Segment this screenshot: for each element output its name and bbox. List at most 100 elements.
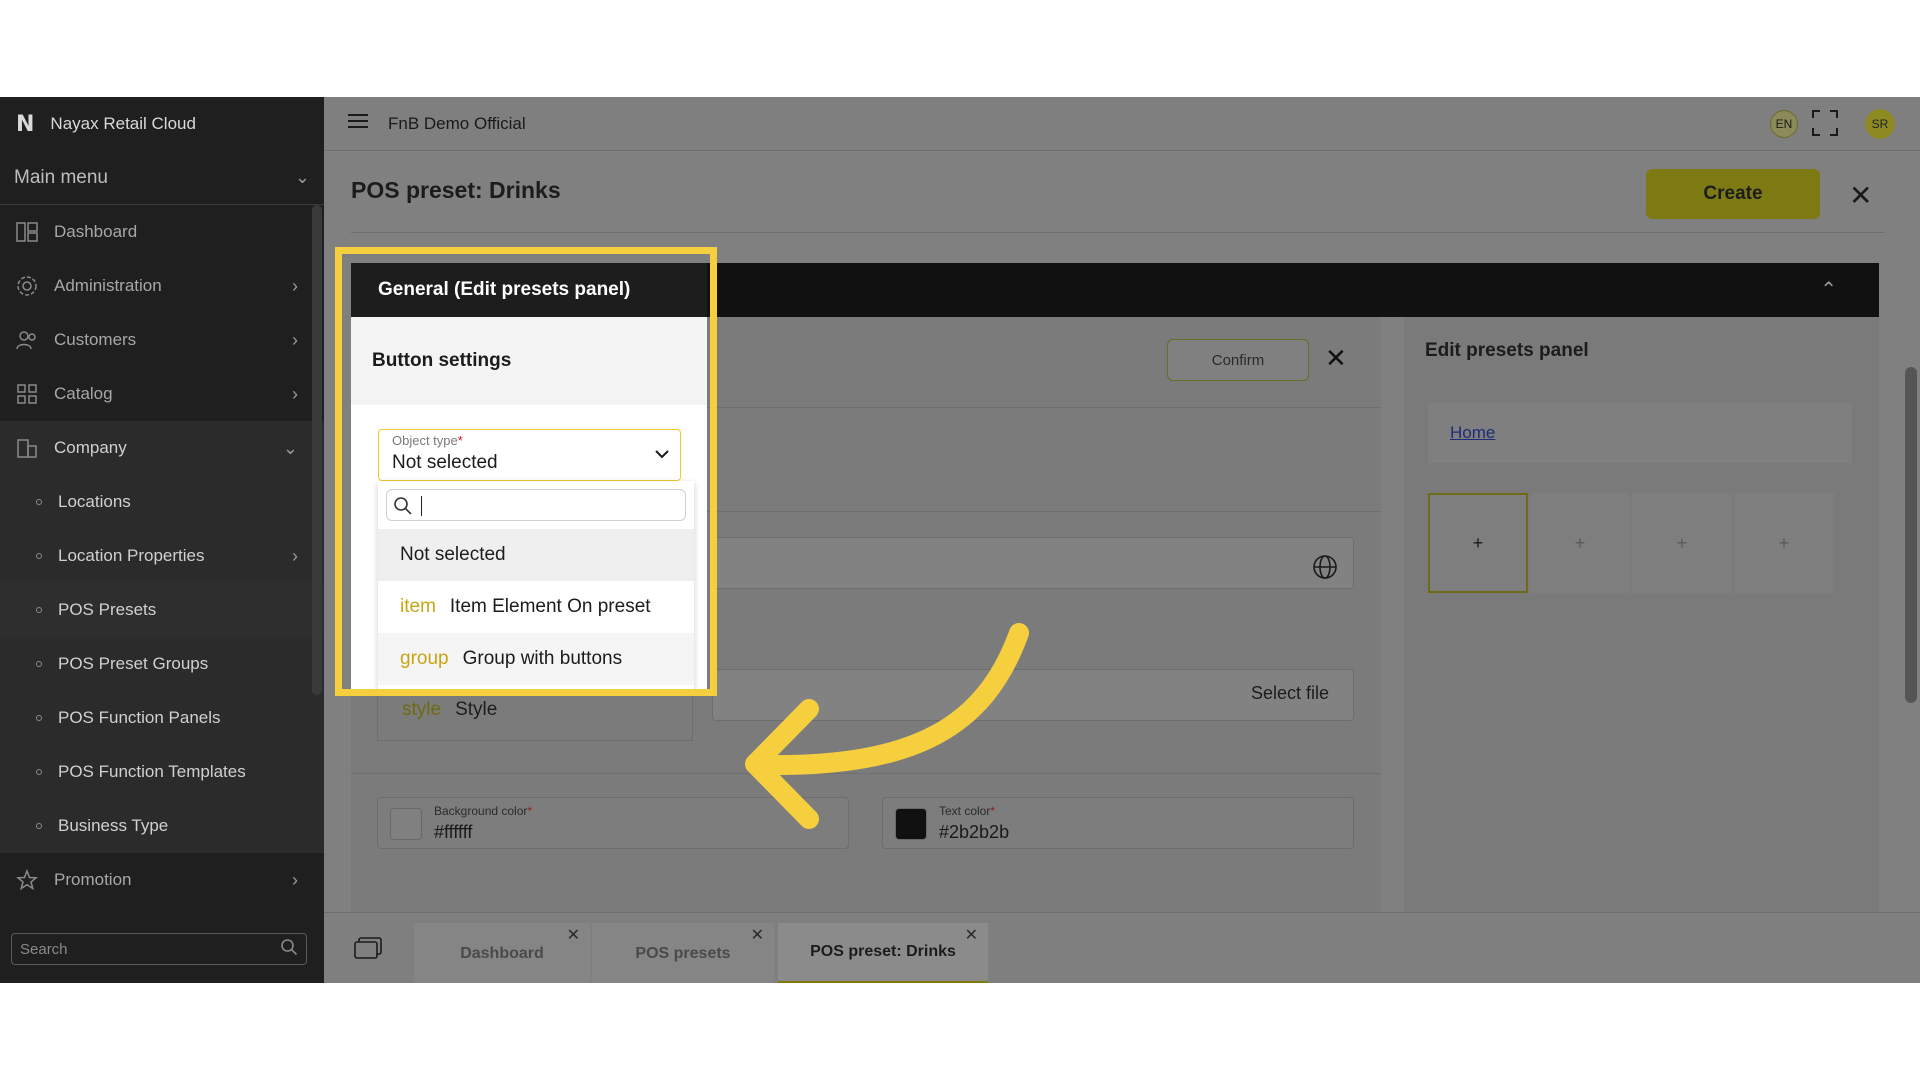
search-placeholder: Search	[20, 940, 68, 958]
highlight-frame	[335, 247, 717, 696]
field-label: Background color*	[434, 804, 532, 818]
sidebar-item-business-type[interactable]: Business Type	[0, 799, 324, 853]
sidebar-item-pos-presets[interactable]: POS Presets	[0, 583, 324, 637]
sidebar-item-label: POS Preset Groups	[58, 654, 209, 673]
bullet-icon	[36, 553, 42, 559]
sidebar: N Nayax Retail Cloud Main menu ⌄ Dashboa…	[0, 97, 324, 983]
close-tab-icon[interactable]: ✕	[751, 925, 764, 945]
color-swatch[interactable]	[390, 808, 422, 840]
bullet-icon	[36, 499, 42, 505]
sidebar-item-pos-preset-groups[interactable]: POS Preset Groups	[0, 637, 324, 691]
fullscreen-icon[interactable]	[1812, 110, 1838, 141]
sidebar-item-label: Customers	[54, 330, 137, 349]
sidebar-item-dashboard[interactable]: Dashboard	[0, 205, 324, 259]
avatar[interactable]: SR	[1865, 109, 1895, 139]
create-button[interactable]: Create	[1646, 169, 1820, 219]
edit-presets-title: Edit presets panel	[1425, 340, 1589, 361]
search-icon	[280, 938, 298, 960]
chevron-right-icon: ›	[292, 383, 298, 404]
sidebar-item-label: Catalog	[54, 384, 113, 403]
sidebar-item-customers[interactable]: Customers ›	[0, 313, 324, 367]
app-window: N Nayax Retail Cloud Main menu ⌄ Dashboa…	[0, 97, 1920, 983]
chevron-down-icon: ⌄	[294, 167, 310, 187]
chevron-up-icon[interactable]: ⌃	[1820, 277, 1837, 302]
sidebar-item-label: Dashboard	[54, 222, 138, 241]
sidebar-item-promotion[interactable]: Promotion ›	[0, 853, 324, 907]
tab-label: Dashboard	[460, 944, 544, 962]
preset-slot[interactable]: +	[1734, 493, 1834, 593]
bullet-icon	[36, 823, 42, 829]
bullet-icon	[36, 661, 42, 667]
background-color-label: Background color	[434, 804, 528, 818]
hamburger-menu-icon[interactable]	[348, 113, 368, 134]
sidebar-item-company[interactable]: Company ⌄	[0, 421, 324, 475]
cancel-icon[interactable]: ✕	[1325, 343, 1347, 374]
home-link[interactable]: Home	[1450, 423, 1495, 443]
tabs-overview-icon[interactable]	[354, 937, 382, 964]
dashboard-icon	[16, 221, 38, 243]
option-keyword: style	[402, 698, 442, 720]
organization-name: FnB Demo Official	[388, 113, 526, 133]
sidebar-item-label: POS Presets	[58, 600, 157, 619]
chevron-right-icon: ›	[292, 275, 298, 296]
sidebar-item-label: POS Function Panels	[58, 708, 221, 727]
topbar: FnB Demo Official EN SR	[324, 97, 1920, 151]
sidebar-item-label: POS Function Templates	[58, 762, 246, 781]
bullet-icon	[36, 715, 42, 721]
grid-icon	[16, 383, 38, 405]
sidebar-item-pos-function-panels[interactable]: POS Function Panels	[0, 691, 324, 745]
chevron-down-icon: ⌄	[282, 437, 298, 458]
header-divider	[351, 232, 1885, 233]
preset-slot[interactable]: +	[1428, 493, 1528, 593]
tab-dashboard[interactable]: Dashboard ✕	[414, 923, 590, 983]
users-icon	[16, 329, 38, 351]
annotation-arrow-icon	[745, 623, 1029, 829]
star-icon	[16, 869, 38, 891]
close-tab-icon[interactable]: ✕	[965, 925, 978, 945]
main-menu-toggle[interactable]: Main menu ⌄	[0, 151, 324, 205]
sidebar-item-administration[interactable]: Administration ›	[0, 259, 324, 313]
breadcrumb: Home	[1428, 403, 1852, 463]
select-file-button[interactable]: Select file	[1251, 683, 1329, 704]
sidebar-item-catalog[interactable]: Catalog ›	[0, 367, 324, 421]
sidebar-item-location-properties[interactable]: Location Properties ›	[0, 529, 324, 583]
chevron-right-icon: ›	[292, 545, 298, 566]
name-field[interactable]	[712, 537, 1354, 589]
sidebar-search-input[interactable]: Search	[11, 933, 307, 965]
option-label: Style	[455, 698, 498, 720]
chevron-right-icon: ›	[292, 329, 298, 350]
sidebar-item-label: Promotion	[54, 870, 132, 889]
tab-label: POS presets	[635, 944, 731, 962]
chevron-right-icon: ›	[292, 869, 298, 890]
sidebar-item-label: Company	[54, 438, 127, 457]
sidebar-item-label: Business Type	[58, 816, 169, 835]
brand[interactable]: N Nayax Retail Cloud	[0, 97, 324, 151]
sidebar-scrollbar[interactable]	[312, 205, 322, 695]
sidebar-item-label: Location Properties	[58, 546, 205, 565]
bullet-icon	[36, 769, 42, 775]
sidebar-item-locations[interactable]: Locations	[0, 475, 324, 529]
building-icon	[16, 437, 38, 459]
preset-slot[interactable]: +	[1530, 493, 1630, 593]
tab-pos-preset-drinks[interactable]: POS preset: Drinks ✕	[778, 923, 988, 983]
main-menu-label: Main menu	[14, 166, 108, 188]
tab-label: POS preset: Drinks	[810, 943, 956, 960]
page-title: POS preset: Drinks	[351, 177, 561, 203]
globe-icon[interactable]	[1312, 554, 1338, 585]
bullet-icon	[36, 607, 42, 613]
preset-slot[interactable]: +	[1632, 493, 1732, 593]
language-switcher[interactable]: EN	[1770, 110, 1798, 138]
gear-icon	[16, 275, 38, 297]
confirm-button[interactable]: Confirm	[1167, 339, 1309, 381]
close-icon[interactable]: ✕	[1849, 179, 1872, 212]
tab-bar: Dashboard ✕ POS presets ✕ POS preset: Dr…	[324, 912, 1920, 983]
sidebar-item-label: Locations	[58, 492, 131, 511]
required-mark: *	[527, 804, 533, 818]
content-scrollbar[interactable]	[1905, 367, 1917, 703]
nayax-logo-icon: N	[16, 111, 35, 137]
brand-name: Nayax Retail Cloud	[50, 114, 196, 133]
background-color-value: #ffffff	[434, 822, 473, 842]
sidebar-item-pos-function-templates[interactable]: POS Function Templates	[0, 745, 324, 799]
close-tab-icon[interactable]: ✕	[567, 925, 580, 945]
tab-pos-presets[interactable]: POS presets ✕	[592, 923, 774, 983]
